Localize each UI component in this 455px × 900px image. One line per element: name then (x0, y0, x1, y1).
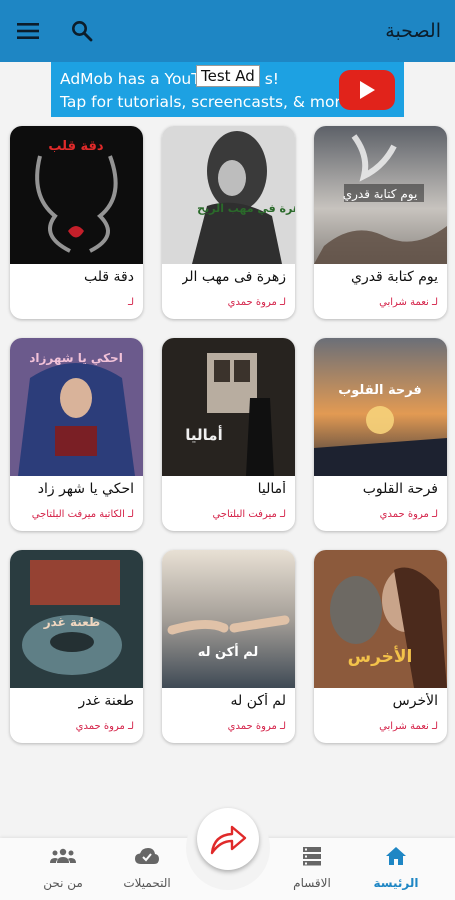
app-bar: الصحبة (0, 0, 455, 62)
book-card[interactable]: أماليا أماليا لـ ميرفت البلتاجي (162, 338, 295, 531)
book-card[interactable]: لم أكن له لم أكن له لـ مروة حمدي (162, 550, 295, 743)
nav-home[interactable]: الرئيسة (356, 844, 436, 890)
book-cover: احكي يا شهرزاد (10, 338, 143, 476)
book-cover: فرحة القلوب (314, 338, 447, 476)
book-card[interactable]: يوم كتابة قدري يوم كتابة قدري لـ نعمة شر… (314, 126, 447, 319)
book-title: لم أكن له (230, 693, 286, 709)
book-author: لـ نعمة شرابي (379, 297, 438, 308)
cloud-done-icon (107, 844, 187, 868)
book-card[interactable]: فرحة القلوب فرحة القلوب لـ مروة حمدي (314, 338, 447, 531)
book-cover: زهرة في مهب الريح (162, 126, 295, 264)
ad-banner[interactable]: AdMob has a YouT s! Test Ad Tap for tutor… (51, 62, 404, 117)
share-arrow-icon (210, 825, 247, 855)
app-bar-actions (14, 17, 96, 45)
book-author: لـ مروة حمدي (75, 721, 134, 732)
book-author: لـ نعمة شرابي (379, 721, 438, 732)
book-card[interactable]: دقة قلب دقة قلب لـ (10, 126, 143, 319)
book-card[interactable]: طعنة غدر طعنة غدر لـ مروة حمدي (10, 550, 143, 743)
home-icon (356, 844, 436, 868)
book-author: لـ مروة حمدي (227, 297, 286, 308)
book-cover: لم أكن له (162, 550, 295, 688)
cover-title: أماليا (185, 425, 222, 444)
share-button[interactable] (197, 808, 259, 870)
cover-title: احكي يا شهرزاد (29, 351, 123, 365)
nav-home-label: الرئيسة (373, 876, 419, 890)
book-author: لـ مروة حمدي (227, 721, 286, 732)
book-title: يوم كتابة قدري (350, 269, 438, 285)
nav-about[interactable]: من نحن (23, 844, 103, 890)
youtube-play-icon (339, 70, 395, 110)
book-author: لـ (128, 297, 134, 308)
nav-downloads-label: التحميلات (123, 876, 171, 890)
nav-about-label: من نحن (43, 876, 83, 890)
nav-downloads[interactable]: التحميلات (107, 844, 187, 890)
book-card[interactable]: زهرة في مهب الريح زهرة فى مهب الر لـ مرو… (162, 126, 295, 319)
nav-sections[interactable]: الاقسام (272, 844, 352, 890)
cover-title: دقة قلب (48, 139, 104, 154)
book-title: طعنة غدر (78, 693, 134, 709)
cover-title: فرحة القلوب (338, 383, 422, 398)
book-title: دقة قلب (84, 269, 134, 285)
people-icon (23, 844, 103, 868)
book-cover: دقة قلب (10, 126, 143, 264)
search-icon[interactable] (68, 17, 96, 45)
test-ad-badge: Test Ad (196, 65, 260, 87)
book-cover: أماليا (162, 338, 295, 476)
book-title: أماليا (257, 481, 286, 497)
book-title: احكي يا شهر زاد (37, 481, 134, 497)
cover-title: زهرة في مهب الريح (197, 202, 295, 215)
sections-icon (272, 844, 352, 868)
nav-sections-label: الاقسام (293, 876, 331, 890)
book-grid: يوم كتابة قدري يوم كتابة قدري لـ نعمة شر… (10, 126, 447, 743)
ad-subline: Tap for tutorials, screencasts, & more. (60, 93, 355, 111)
book-title: فرحة القلوب (362, 481, 438, 497)
app-title: الصحبة (385, 20, 441, 42)
book-cover: الأخرس (314, 550, 447, 688)
book-title: الأخرس (392, 693, 438, 709)
book-author: لـ الكاتبة ميرفت البلتاجي (31, 509, 134, 520)
cover-title: طعنة غدر (43, 615, 100, 629)
cover-title: لم أكن له (198, 643, 259, 660)
book-author: لـ مروة حمدي (379, 509, 438, 520)
book-title: زهرة فى مهب الر (181, 269, 287, 285)
menu-icon[interactable] (14, 17, 42, 45)
cover-title: يوم كتابة قدري (343, 187, 418, 202)
book-cover: طعنة غدر (10, 550, 143, 688)
book-author: لـ ميرفت البلتاجي (212, 509, 286, 520)
book-cover: يوم كتابة قدري (314, 126, 447, 264)
cover-title: الأخرس (348, 646, 413, 667)
book-card[interactable]: الأخرس الأخرس لـ نعمة شرابي (314, 550, 447, 743)
book-card[interactable]: احكي يا شهرزاد احكي يا شهر زاد لـ الكاتب… (10, 338, 143, 531)
